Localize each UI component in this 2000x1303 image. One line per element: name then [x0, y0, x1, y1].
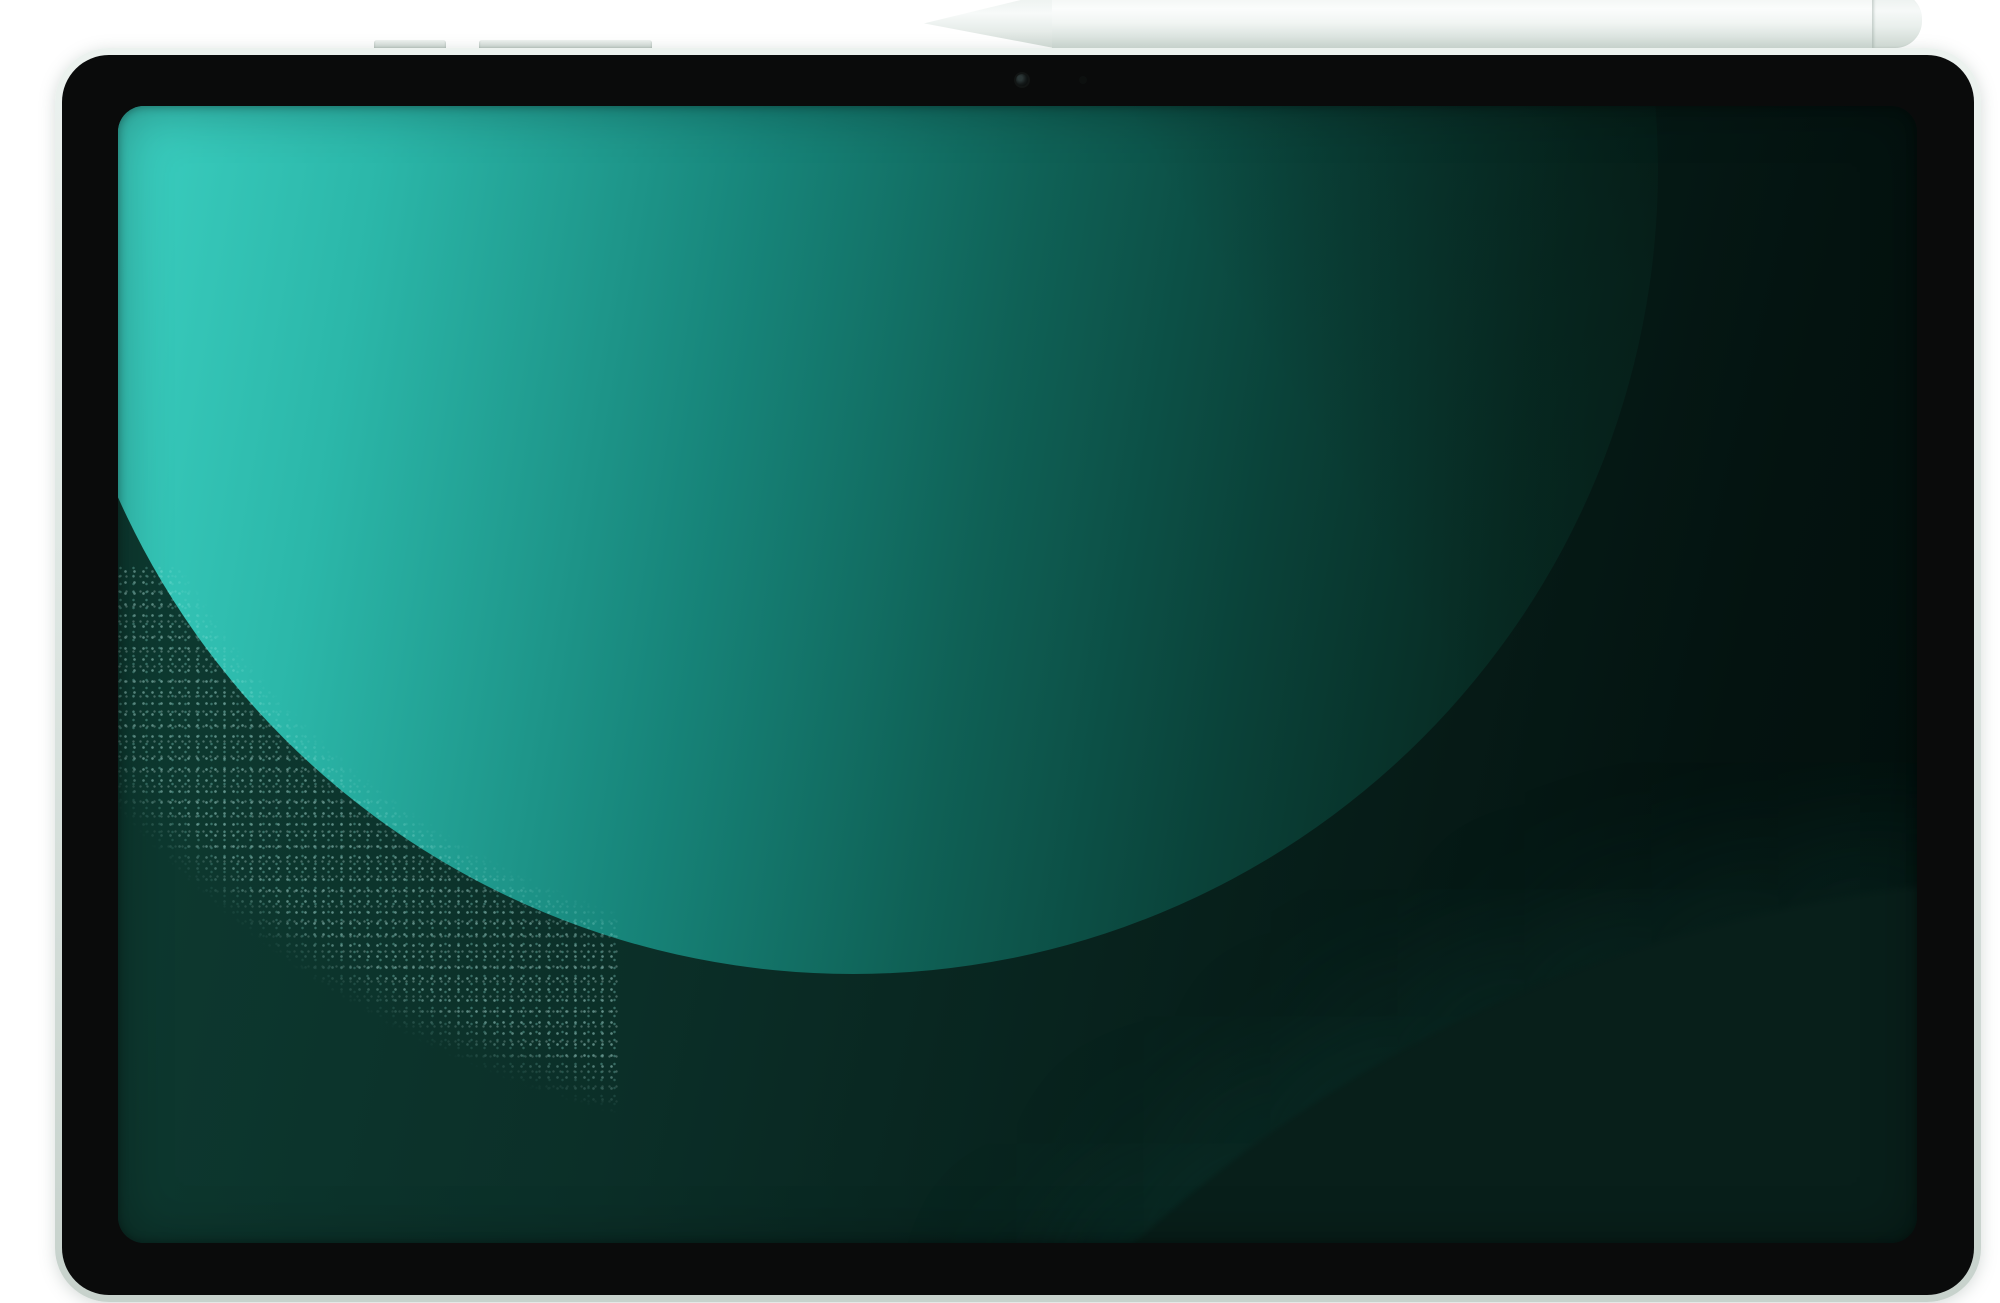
stylus-cap: [1872, 0, 1922, 48]
tablet-bezel: [62, 55, 1974, 1295]
tablet-device: [55, 48, 1981, 1302]
screen-wallpaper: [118, 106, 1917, 1243]
front-camera-dot: [1016, 74, 1028, 86]
screen-vignette: [118, 106, 1917, 1243]
stylus-pen: [1052, 0, 1874, 48]
stylus-tip: [924, 0, 1054, 48]
ambient-sensor-dot: [1079, 76, 1087, 84]
product-photo: [0, 0, 2000, 1303]
